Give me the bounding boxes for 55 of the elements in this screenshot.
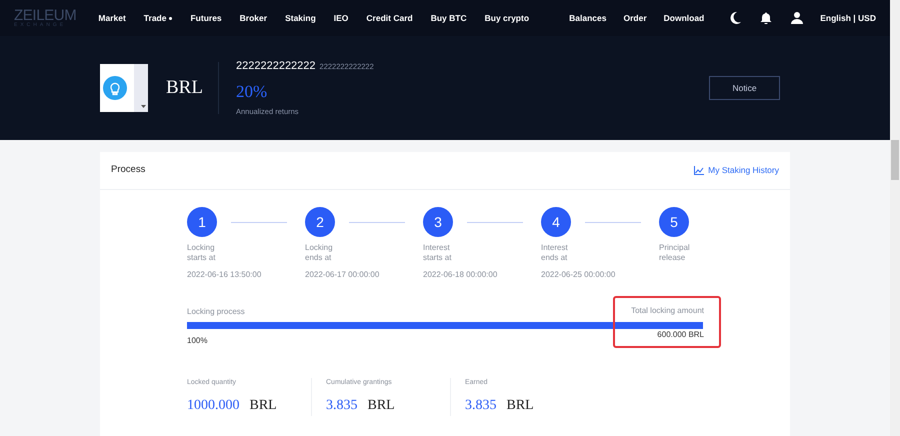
step-label: Interest	[423, 243, 451, 253]
chart-line-icon	[694, 166, 704, 175]
logo-text: ZEILEUM	[14, 8, 76, 23]
step-label: starts at	[187, 253, 216, 263]
bell-icon[interactable]	[760, 12, 772, 24]
nav-link[interactable]: Broker	[240, 12, 268, 24]
nav-link[interactable]: Balances	[569, 12, 606, 24]
total-amount: 600.000 BRL	[657, 329, 704, 341]
nav-link[interactable]: Market	[98, 12, 126, 24]
lightbulb-icon	[103, 76, 127, 100]
nav-link[interactable]: Buy BTC	[430, 12, 467, 24]
step-number: 1	[187, 207, 217, 237]
progress-label: Locking process	[187, 306, 245, 318]
step-label: Locking	[305, 243, 334, 253]
step-date: 2022-06-16 13:50:00	[187, 269, 262, 281]
total-amount-label: Total locking amount	[631, 305, 704, 317]
stat-unit: BRL	[368, 396, 395, 414]
section-title: Process	[111, 163, 146, 178]
nav-link[interactable]: Download	[664, 12, 704, 24]
step-label: Principal	[659, 243, 691, 253]
nav-link[interactable]: Futures	[190, 12, 222, 24]
stat-value: 3.835	[326, 396, 358, 414]
step-number: 5	[659, 207, 689, 237]
nav-link[interactable]: Credit Card	[366, 12, 413, 24]
nav-link[interactable]: Order	[623, 12, 647, 24]
stat-unit: BRL	[506, 396, 534, 414]
step-label: Interest	[541, 243, 569, 253]
scrollbar[interactable]	[890, 0, 900, 436]
product-title: 2222222222222	[236, 59, 316, 74]
step-label: Locking	[187, 243, 216, 253]
notice-button[interactable]: Notice	[709, 76, 780, 100]
step-label: starts at	[423, 253, 452, 263]
step-label: ends at	[541, 253, 568, 263]
step-number: 4	[541, 207, 571, 237]
step-label: ends at	[305, 253, 332, 263]
stat-unit: BRL	[250, 396, 277, 414]
nav-link[interactable]: Staking	[285, 12, 316, 24]
moon-icon[interactable]	[730, 12, 742, 24]
user-icon[interactable]	[791, 12, 804, 24]
step-label: release	[659, 253, 686, 263]
coin-name: BRL	[166, 76, 204, 100]
step-date: 2022-06-25 00:00:00	[541, 269, 616, 281]
annual-rate: 20%	[236, 80, 268, 103]
nav-link[interactable]: Buy crypto	[484, 12, 530, 24]
step-date: 2022-06-17 00:00:00	[305, 269, 380, 281]
progress-percent: 100%	[187, 335, 208, 347]
nav-link[interactable]: IEO	[334, 12, 348, 24]
step-number: 3	[423, 207, 453, 237]
stat-value: 1000.000	[187, 396, 240, 414]
step-number: 2	[305, 207, 335, 237]
nav-link[interactable]: Trade	[144, 12, 172, 24]
language-currency-link[interactable]: English | USD	[820, 12, 876, 24]
step-date: 2022-06-18 00:00:00	[423, 269, 498, 281]
stat-value: 3.835	[465, 396, 496, 414]
staking-history-link[interactable]: My Staking History	[694, 164, 779, 177]
